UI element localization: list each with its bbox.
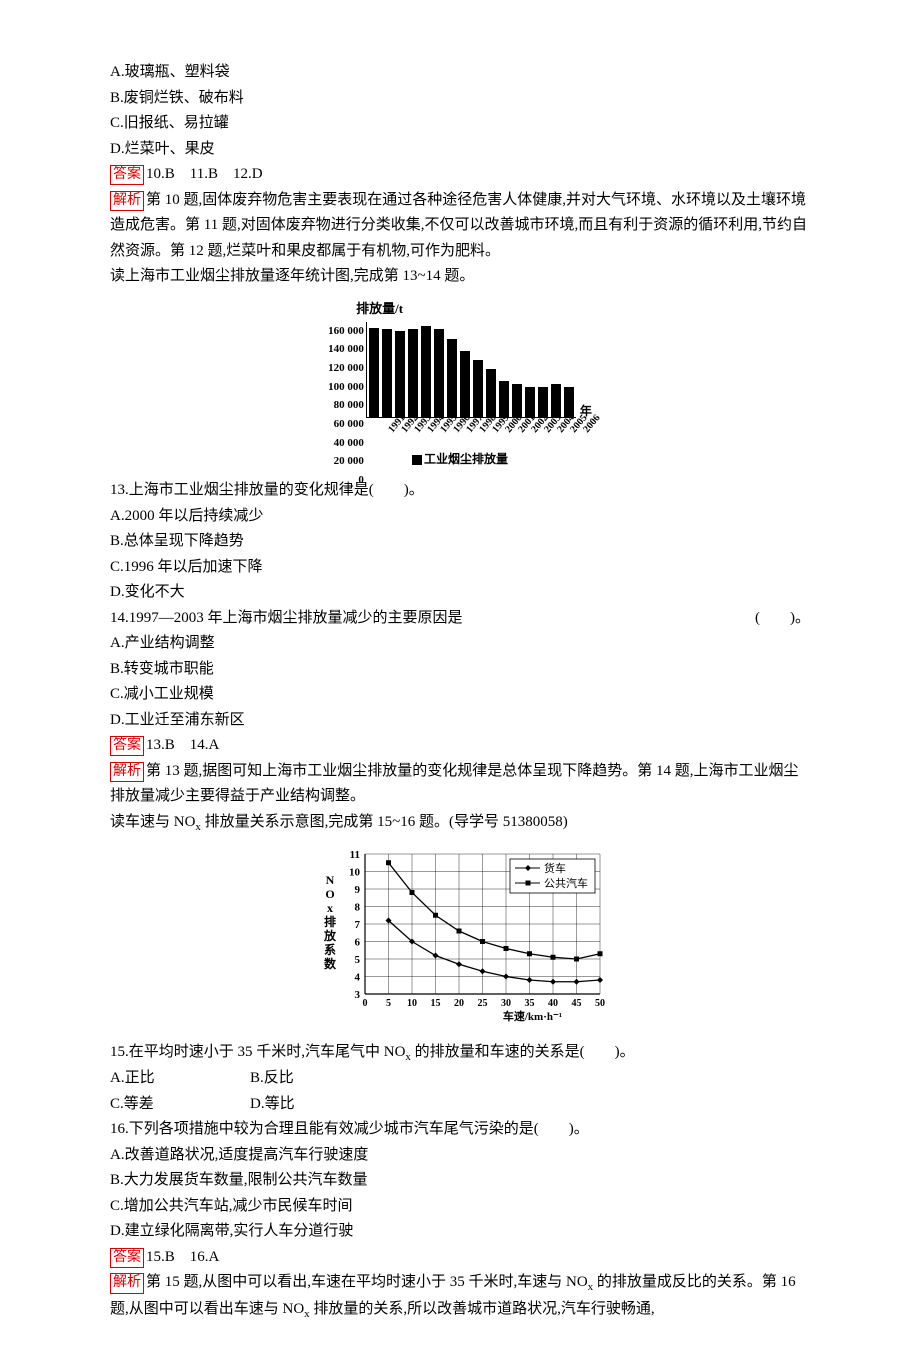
q12-option-b: B.废铜烂铁、破布料 (110, 86, 810, 112)
q15-stem-a: 15.在平均时速小于 35 千米时,汽车尾气中 NO (110, 1044, 405, 1060)
q14-option-c: C.减小工业规模 (110, 682, 810, 708)
q14-option-d: D.工业迁至浦东新区 (110, 708, 810, 734)
q15-option-b: B.反比 (250, 1066, 390, 1092)
answer-13-14: 答案13.B 14.A (110, 733, 810, 759)
answer-10-12: 答案10.B 11.B 12.D (110, 162, 810, 188)
svg-text:35: 35 (525, 998, 535, 1009)
q14-option-b: B.转变城市职能 (110, 657, 810, 683)
svg-text:30: 30 (501, 998, 511, 1009)
q15-option-a: A.正比 (110, 1066, 250, 1092)
svg-text:排: 排 (324, 914, 336, 929)
q16-option-b: B.大力发展货车数量,限制公共汽车数量 (110, 1168, 810, 1194)
answer-label: 答案 (110, 736, 144, 756)
answer-label: 答案 (110, 165, 144, 185)
q15-option-c: C.等差 (110, 1092, 250, 1118)
q12-option-d: D.烂菜叶、果皮 (110, 137, 810, 163)
q14-option-a: A.产业结构调整 (110, 631, 810, 657)
q13-option-c: C.1996 年以后加速下降 (110, 555, 810, 581)
svg-text:公共汽车: 公共汽车 (544, 876, 588, 890)
explain-label: 解析 (110, 762, 144, 782)
svg-text:系: 系 (324, 942, 336, 957)
q13-option-a: A.2000 年以后持续减少 (110, 504, 810, 530)
q15-option-d: D.等比 (250, 1092, 390, 1118)
q16-option-a: A.改善道路状况,适度提高汽车行驶速度 (110, 1143, 810, 1169)
explain-15-16: 解析第 15 题,从图中可以看出,车速在平均时速小于 35 千米时,车速与 NO… (110, 1270, 810, 1323)
lead-13-14: 读上海市工业烟尘排放量逐年统计图,完成第 13~14 题。 (110, 264, 810, 290)
svg-text:0: 0 (363, 998, 368, 1009)
q13-option-d: D.变化不大 (110, 580, 810, 606)
q14-stem: 14.1997—2003 年上海市烟尘排放量减少的主要原因是 ( )。 (110, 606, 810, 632)
svg-text:x: x (327, 901, 333, 915)
chart2-svg: 3456789101105101520253035404550NOx排放系数车速… (310, 844, 610, 1024)
q15-options-row2: C.等差 D.等比 (110, 1092, 810, 1118)
svg-text:6: 6 (355, 937, 361, 949)
explain-label: 解析 (110, 191, 144, 211)
svg-text:5: 5 (355, 954, 361, 966)
svg-text:货车: 货车 (544, 861, 566, 875)
svg-text:放: 放 (323, 928, 337, 943)
q13-option-b: B.总体呈现下降趋势 (110, 529, 810, 555)
explain-10-12: 解析第 10 题,固体废弃物危害主要表现在通过各种途径危害人体健康,并对大气环境… (110, 188, 810, 265)
explain-10-12-text: 第 10 题,固体废弃物危害主要表现在通过各种途径危害人体健康,并对大气环境、水… (110, 192, 807, 259)
answer-label: 答案 (110, 1248, 144, 1268)
q16-option-d: D.建立绿化隔离带,实行人车分道行驶 (110, 1219, 810, 1245)
q15-options-row1: A.正比 B.反比 (110, 1066, 810, 1092)
lead-15-16: 读车速与 NOx 排放量关系示意图,完成第 15~16 题。(导学号 51380… (110, 810, 810, 837)
q12-option-a: A.玻璃瓶、塑料袋 (110, 60, 810, 86)
lead-15-b: 排放量关系示意图,完成第 15~16 题。(导学号 51380058) (201, 814, 568, 830)
q14-stem-right: ( )。 (755, 606, 810, 632)
svg-text:15: 15 (431, 998, 441, 1009)
svg-text:9: 9 (355, 884, 361, 896)
q13-stem: 13.上海市工业烟尘排放量的变化规律是( )。 (110, 478, 810, 504)
svg-text:8: 8 (355, 902, 361, 914)
answer-13-14-text: 13.B 14.A (146, 737, 219, 753)
q12-option-c: C.旧报纸、易拉罐 (110, 111, 810, 137)
svg-text:3: 3 (355, 989, 361, 1001)
svg-text:N: N (326, 873, 335, 887)
answer-10-12-text: 10.B 11.B 12.D (146, 166, 263, 182)
lead-15-a: 读车速与 NO (110, 814, 195, 830)
q14-stem-left: 14.1997—2003 年上海市烟尘排放量减少的主要原因是 (110, 606, 463, 632)
svg-text:25: 25 (478, 998, 488, 1009)
svg-text:20: 20 (454, 998, 464, 1009)
svg-text:5: 5 (386, 998, 391, 1009)
svg-text:O: O (325, 887, 334, 901)
svg-text:数: 数 (324, 956, 337, 971)
chart1-yaxis: 160 000140 000120 000100 00080 00060 000… (328, 322, 364, 417)
chart-line-nox: 3456789101105101520253035404550NOx排放系数车速… (110, 844, 810, 1034)
chart1-legend: 工业烟尘排放量 (328, 449, 592, 469)
chart-bar-emissions: 排放量/t 160 000140 000120 000100 00080 000… (110, 298, 810, 473)
q16-option-c: C.增加公共汽车站,减少市民候车时间 (110, 1194, 810, 1220)
exp15-a: 第 15 题,从图中可以看出,车速在平均时速小于 35 千米时,车速与 NO (146, 1274, 588, 1290)
svg-text:45: 45 (572, 998, 582, 1009)
chart1-plot (366, 322, 576, 418)
q15-stem-b: 的排放量和车速的关系是( )。 (411, 1044, 635, 1060)
q16-stem: 16.下列各项措施中较为合理且能有效减少城市汽车尾气污染的是( )。 (110, 1117, 810, 1143)
explain-13-14: 解析第 13 题,据图可知上海市工业烟尘排放量的变化规律是总体呈现下降趋势。第 … (110, 759, 810, 810)
explain-label: 解析 (110, 1273, 144, 1293)
svg-text:50: 50 (595, 998, 605, 1009)
svg-text:10: 10 (349, 867, 361, 879)
svg-text:40: 40 (548, 998, 558, 1009)
chart1-xaxis: 1991199219931994199519961997199819992000… (328, 420, 592, 437)
exp15-c: 排放量的关系,所以改善城市道路状况,汽车行驶畅通, (310, 1301, 655, 1317)
chart1-legend-text: 工业烟尘排放量 (424, 452, 508, 466)
svg-text:11: 11 (350, 849, 360, 861)
svg-text:4: 4 (355, 972, 361, 984)
answer-15-16-text: 15.B 16.A (146, 1249, 219, 1265)
q15-stem: 15.在平均时速小于 35 千米时,汽车尾气中 NOx 的排放量和车速的关系是(… (110, 1040, 810, 1067)
svg-text:车速/km·h⁻¹: 车速/km·h⁻¹ (503, 1009, 562, 1023)
chart1-ylabel: 排放量/t (356, 298, 592, 320)
svg-text:7: 7 (355, 919, 361, 931)
explain-13-14-text: 第 13 题,据图可知上海市工业烟尘排放量的变化规律是总体呈现下降趋势。第 14… (110, 763, 799, 805)
svg-text:10: 10 (407, 998, 417, 1009)
legend-square-icon (412, 455, 422, 465)
answer-15-16: 答案15.B 16.A (110, 1245, 810, 1271)
